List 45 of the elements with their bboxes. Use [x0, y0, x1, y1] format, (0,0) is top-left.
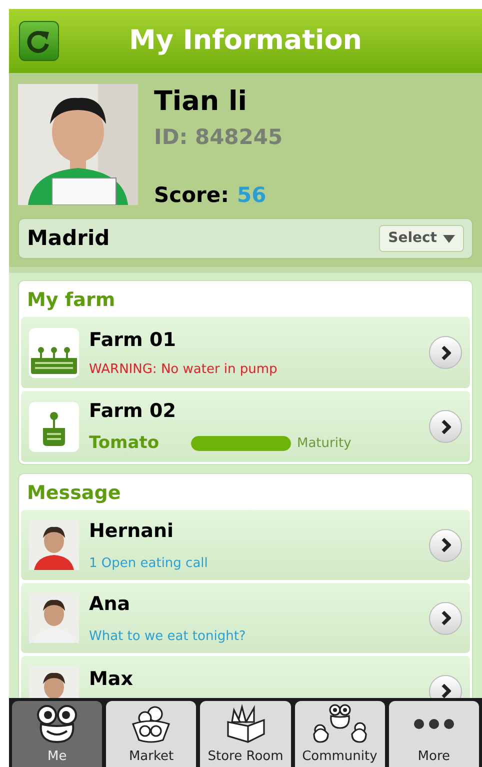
tab[interactable]: Me [12, 701, 102, 767]
user-id: ID: 848245 [154, 124, 283, 151]
message-row[interactable]: Hernani 1 Open eating call [21, 510, 470, 580]
chevron-button[interactable] [429, 336, 462, 369]
farm-name: Farm 02 [89, 398, 177, 424]
chevron-button[interactable] [429, 602, 462, 634]
chevron-icon [440, 611, 450, 625]
city-name: Madrid [27, 224, 111, 252]
frog-face-icon [35, 704, 80, 744]
message-row[interactable]: Max [21, 656, 470, 698]
chevron-icon [440, 346, 450, 360]
progress-label: Maturity [297, 435, 352, 453]
crop-name: Tomato [89, 432, 160, 455]
plant-pot-icon [29, 402, 79, 452]
chevron-button[interactable] [429, 410, 462, 443]
sender-name: Max [89, 666, 134, 692]
warning-text: WARNING: No water in pump [89, 361, 278, 379]
more-icon [412, 718, 456, 730]
tab[interactable]: Store Room [200, 701, 291, 767]
chevron-icon [440, 538, 450, 552]
planter-icon [29, 328, 79, 378]
user-name: Tian li [154, 86, 248, 118]
refresh-icon [26, 28, 52, 54]
message-preview: 1 Open eating call [89, 554, 209, 572]
farm-row[interactable]: Farm 01 WARNING: No water in pump [21, 317, 470, 388]
sender-name: Hernani [89, 519, 175, 544]
message-preview: What to we eat tonight? [89, 628, 247, 646]
section-title: My farm [26, 288, 116, 313]
message-row[interactable]: Ana What to we eat tonight? [21, 583, 470, 653]
chevron-button[interactable] [429, 674, 462, 698]
score-value: 56 [237, 182, 266, 208]
chevron-icon [440, 420, 450, 434]
chevron-button[interactable] [429, 528, 462, 562]
sender-name: Ana [89, 592, 132, 617]
refresh-button[interactable] [19, 21, 59, 61]
tab[interactable]: Market [106, 701, 196, 767]
screen-title: My Information [128, 24, 364, 58]
farm-row[interactable]: Farm 02 Tomato Maturity [21, 391, 470, 462]
score-label: Score: [154, 182, 229, 208]
select-dropdown[interactable]: Select [379, 225, 464, 252]
tab[interactable]: More [388, 701, 480, 767]
dropdown-icon [443, 234, 455, 242]
section-title: Message [26, 480, 122, 506]
farm-name: Farm 01 [89, 328, 177, 352]
tab[interactable]: Community [294, 701, 385, 767]
